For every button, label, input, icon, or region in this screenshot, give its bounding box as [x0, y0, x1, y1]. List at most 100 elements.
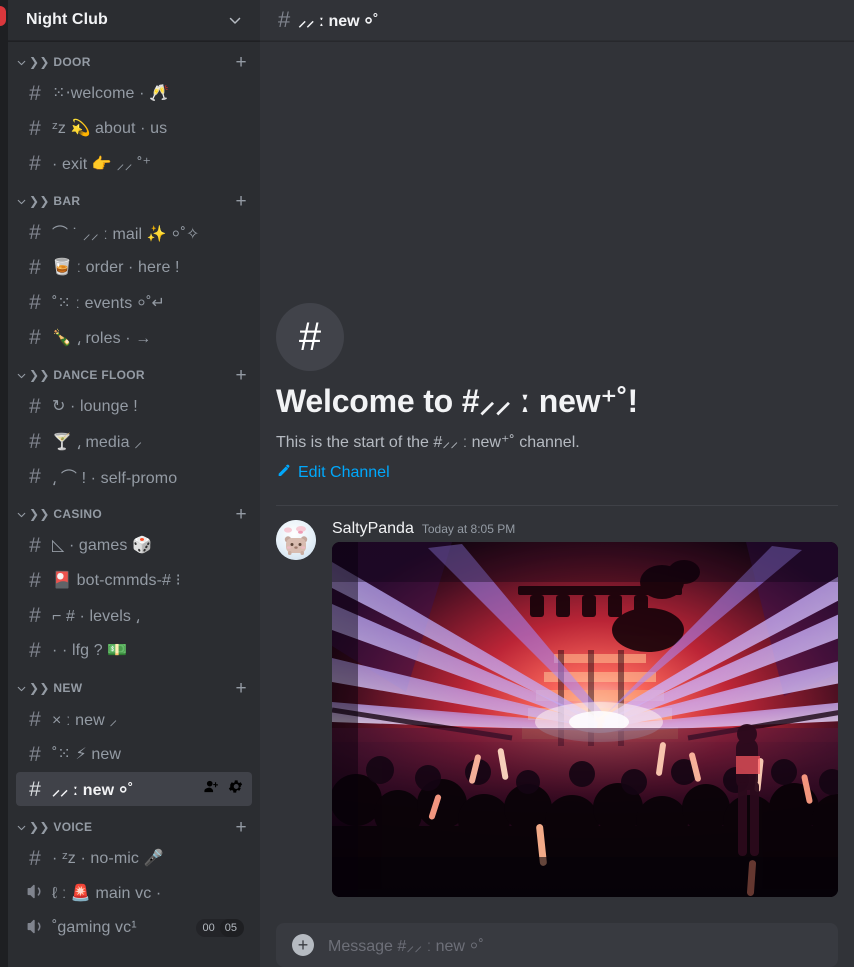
create-channel-button[interactable]: + [232, 818, 250, 837]
channel-item[interactable]: # · exit 👉 ⸝⸝ ˚⁺ [16, 146, 252, 180]
category-collapse-icon[interactable] [14, 682, 28, 695]
hash-icon: # [29, 638, 41, 662]
hash-icon: # [29, 151, 41, 175]
category-label: ❯❯ DANCE FLOOR [29, 368, 145, 382]
welcome-subtitle: This is the start of the #⸝⸝ ː new⁺˚ cha… [276, 434, 580, 451]
category-label: ❯❯ DOOR [29, 55, 91, 69]
channel-label: 🥃 ː order · here ! [52, 259, 180, 276]
create-channel-button[interactable]: + [232, 192, 250, 211]
message-item: SaltyPanda Today at 8:05 PM [260, 506, 854, 897]
channel-item[interactable]: # ˚⁙ ː events ⸰˚↵ [16, 285, 252, 319]
discord-app-window: Night Club ❯❯ DOOR + # ⁙⋅welcome · 🥂 # ᶻz 💫 a… [0, 0, 854, 967]
create-channel-button[interactable]: + [232, 366, 250, 385]
main-content: # ⸝⸝ ː new ⸰˚ # Welcome to #⸝⸝ ː new⁺˚! … [260, 0, 854, 967]
hash-icon: # [29, 742, 41, 766]
create-channel-button[interactable]: + [232, 679, 250, 698]
channel-item-active[interactable]: # ⸝⸝ ː new ⸰˚ [16, 772, 252, 806]
message-timestamp: Today at 8:05 PM [421, 522, 516, 536]
hash-icon: # [29, 707, 41, 731]
channel-header-bar: # ⸝⸝ ː new ⸰˚ [260, 0, 854, 41]
message-attachment-image[interactable] [332, 542, 838, 897]
channel-label: ˚gaming vc¹ [52, 919, 137, 936]
channel-label: · · lfg ? 💵 [52, 642, 128, 659]
channel-label: 🎴 bot-cmmds-# ⁝ [52, 572, 181, 589]
hash-icon: # [29, 394, 41, 418]
channel-item[interactable]: # ⌐ # · levels ⸲ [16, 598, 252, 632]
channel-actions[interactable] [203, 778, 244, 800]
voice-max-count: 05 [219, 919, 244, 937]
hash-icon: # [29, 255, 41, 279]
channel-item[interactable]: # ⸲ ⌒ ! · self-promo [16, 459, 252, 493]
category-label: ❯❯ CASINO [29, 507, 102, 521]
channel-item[interactable]: # × ː new ⸝ [16, 702, 252, 736]
hash-icon: # [29, 533, 41, 557]
channel-item[interactable]: # ᶻz 💫 about · us [16, 111, 252, 145]
channel-header-title: ⸝⸝ ː new ⸰˚ [298, 13, 379, 30]
channel-item[interactable]: # 🍸 ⸲ media ⸝ [16, 424, 252, 458]
create-channel-button[interactable]: + [232, 505, 250, 524]
channel-item[interactable]: ℓ ː 🚨 main vc · [16, 876, 252, 910]
channel-item[interactable]: # ˚⁙ ⚡ new [16, 737, 252, 771]
channel-label: ˚⁙ ː events ⸰˚↵ [52, 295, 166, 312]
channel-item[interactable]: # ◺ · games 🎲 [16, 528, 252, 562]
voice-channel-icon [24, 917, 46, 940]
channel-item[interactable]: # · ᶻz · no-mic 🎤 [16, 841, 252, 875]
message-list[interactable]: # Welcome to #⸝⸝ ː new⁺˚! This is the st… [260, 41, 854, 923]
server-unread-badge[interactable] [0, 6, 6, 26]
channel-label: · ᶻz · no-mic 🎤 [52, 850, 164, 867]
message-input[interactable]: Message #⸝⸝ ː new ⸰˚ [328, 934, 484, 956]
voice-user-limit-badge: 00 05 [195, 919, 244, 937]
category-header[interactable]: ❯❯ BAR + [8, 188, 260, 214]
channel-item[interactable]: # 🍾 ⸲ roles · → [16, 320, 252, 354]
hash-icon: # [29, 568, 41, 592]
category-collapse-icon[interactable] [14, 508, 28, 521]
hash-icon: # [29, 220, 41, 244]
category-header[interactable]: ❯❯ DANCE FLOOR + [8, 362, 260, 388]
channel-label: ℓ ː 🚨 main vc · [52, 885, 162, 902]
category-collapse-icon[interactable] [14, 369, 28, 382]
channel-item[interactable]: # ⌒ ˙ ⸝⸝ ː mail ✨ ⸰˚✧ [16, 215, 252, 249]
channel-item[interactable]: # ↻ · lounge ! [16, 389, 252, 423]
channel-label: ⌒ ˙ ⸝⸝ ː mail ✨ ⸰˚✧ [52, 226, 200, 243]
category-header[interactable]: ❯❯ DOOR + [8, 49, 260, 75]
channel-label: ⸲ ⌒ ! · self-promo [52, 470, 178, 487]
category-label: ❯❯ BAR [29, 194, 81, 208]
hash-icon: # [29, 116, 41, 140]
channel-label: ⌐ # · levels ⸲ [52, 608, 140, 625]
panda-avatar-image [276, 520, 316, 560]
channel-item[interactable]: # 🥃 ː order · here ! [16, 250, 252, 284]
hash-icon: # [29, 325, 41, 349]
channel-list[interactable]: ❯❯ DOOR + # ⁙⋅welcome · 🥂 # ᶻz 💫 about · us # … [8, 41, 260, 967]
channel-label: ˚⁙ ⚡ new [52, 746, 122, 763]
gear-icon[interactable] [227, 778, 244, 800]
channel-item[interactable]: # ⁙⋅welcome · 🥂 [16, 76, 252, 110]
avatar[interactable] [276, 520, 316, 560]
chevron-down-icon[interactable] [226, 11, 244, 29]
guild-header[interactable]: Night Club [8, 0, 260, 41]
channel-welcome-block: # Welcome to #⸝⸝ ː new⁺˚! This is the st… [260, 41, 854, 483]
voice-channel-icon [24, 882, 46, 905]
edit-channel-link[interactable]: Edit Channel [276, 462, 390, 483]
category-header[interactable]: ❯❯ NEW + [8, 675, 260, 701]
category-collapse-icon[interactable] [14, 821, 28, 834]
channel-item[interactable]: # · · lfg ? 💵 [16, 633, 252, 667]
hash-icon: # [29, 846, 41, 870]
channel-label: ⁙⋅welcome · 🥂 [52, 85, 170, 102]
pencil-icon [276, 462, 292, 483]
channel-item[interactable]: ˚gaming vc¹ 00 05 [16, 911, 252, 945]
channel-label: ↻ · lounge ! [52, 398, 138, 415]
hash-icon: # [29, 603, 41, 627]
category-collapse-icon[interactable] [14, 56, 28, 69]
message-composer[interactable]: + Message #⸝⸝ ː new ⸰˚ [276, 923, 838, 967]
hash-icon: # [29, 429, 41, 453]
category-label: ❯❯ NEW [29, 681, 83, 695]
category-header[interactable]: ❯❯ VOICE + [8, 814, 260, 840]
create-channel-button[interactable]: + [232, 53, 250, 72]
channel-item[interactable]: # 🎴 bot-cmmds-# ⁝ [16, 563, 252, 597]
category-collapse-icon[interactable] [14, 195, 28, 208]
category-header[interactable]: ❯❯ CASINO + [8, 501, 260, 527]
person-add-icon[interactable] [203, 778, 220, 800]
voice-current-count: 00 [202, 922, 215, 934]
message-author[interactable]: SaltyPanda [332, 520, 414, 538]
plus-circle-icon[interactable]: + [292, 934, 314, 956]
